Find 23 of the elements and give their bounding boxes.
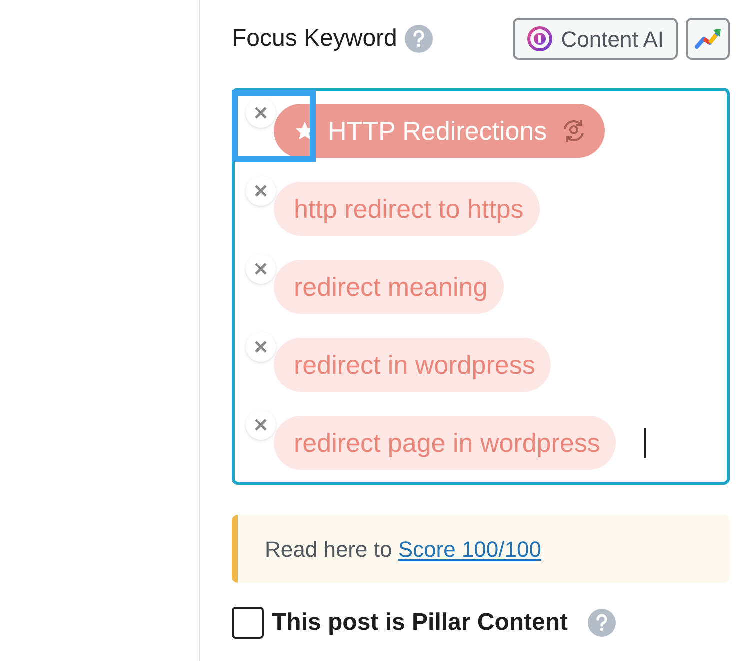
remove-icon[interactable] <box>246 410 276 440</box>
keyword-tag[interactable]: HTTP Redirections <box>274 104 606 158</box>
ai-logo-icon <box>527 26 554 52</box>
content-ai-button[interactable]: Content AI <box>513 18 678 60</box>
pillar-content-label: This post is Pillar Content <box>272 608 568 638</box>
pillar-checkbox[interactable] <box>232 607 264 639</box>
trends-button[interactable] <box>686 18 730 60</box>
keyword-tag[interactable]: redirect page in wordpress <box>274 416 616 470</box>
remove-icon[interactable] <box>246 176 276 206</box>
trend-chart-icon <box>694 27 722 51</box>
keyword-tag[interactable]: redirect in wordpress <box>274 338 552 392</box>
focus-keyword-label: Focus Keyword <box>232 24 398 54</box>
keyword-input-field[interactable]: HTTP Redirections http redirect to https redirect meaning redirect in wordpress redirect page in wordpress <box>232 88 730 485</box>
help-icon[interactable] <box>588 609 616 637</box>
help-icon[interactable] <box>405 25 434 53</box>
notice-text: Read here to Score 100/100 <box>265 536 542 564</box>
keyword-tag[interactable]: redirect meaning <box>274 260 504 314</box>
score-link[interactable]: Score 100/100 <box>398 536 542 562</box>
text-cursor <box>644 428 646 458</box>
keyword-tag[interactable]: http redirect to https <box>274 182 540 236</box>
remove-icon[interactable] <box>246 254 276 284</box>
remove-icon[interactable] <box>246 332 276 362</box>
remove-icon[interactable] <box>246 98 276 128</box>
